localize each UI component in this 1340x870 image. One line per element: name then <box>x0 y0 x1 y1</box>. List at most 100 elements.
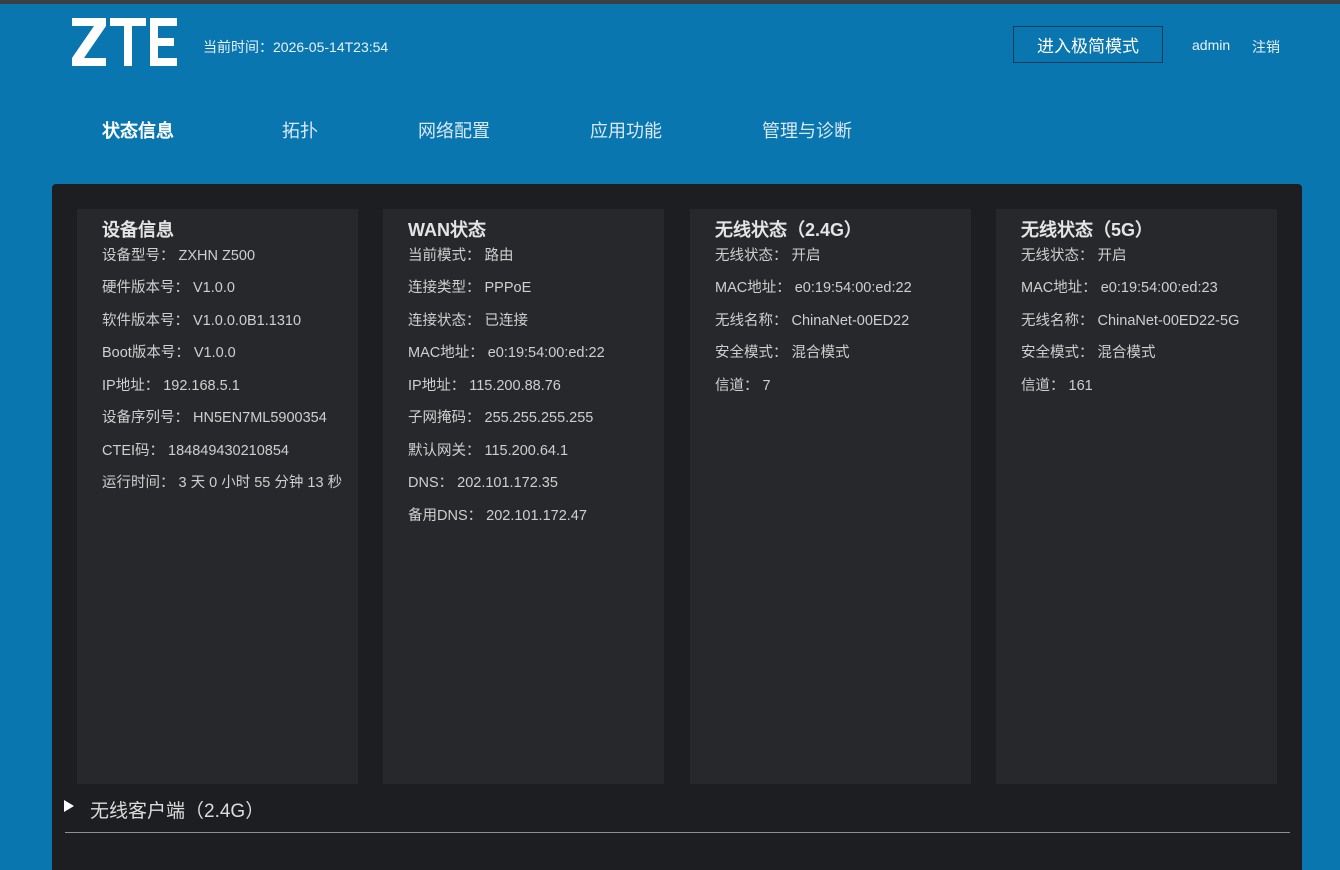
wireless-clients-label: 无线客户端（2.4G） <box>90 801 265 822</box>
row-label: 运行时间： <box>102 475 175 491</box>
row-label: Boot版本号： <box>102 345 190 361</box>
row-label: 硬件版本号： <box>102 280 189 296</box>
info-row: MAC地址： e0:19:54:00:ed:22 <box>715 276 912 297</box>
info-row: 连接状态： 已连接 <box>408 309 528 330</box>
row-value: 开启 <box>791 248 821 264</box>
row-value: 混合模式 <box>791 345 850 361</box>
info-row: 运行时间： 3 天 0 小时 55 分钟 13 秒 <box>102 471 342 492</box>
row-label: 安全模式： <box>715 345 788 361</box>
current-time: 当前时间：2026-05-14T23:54 <box>203 39 389 55</box>
row-label: MAC地址： <box>408 345 484 361</box>
expand-triangle-icon <box>64 799 74 812</box>
row-label: 连接类型： <box>408 280 481 296</box>
info-row: 子网掩码： 255.255.255.255 <box>408 406 593 427</box>
row-value: e0:19:54:00:ed:22 <box>794 280 912 296</box>
row-value: 202.101.172.47 <box>486 508 587 524</box>
row-value: PPPoE <box>484 280 532 296</box>
row-label: IP地址： <box>408 378 466 394</box>
row-label: 默认网关： <box>408 443 481 459</box>
row-value: ChinaNet-00ED22 <box>791 313 910 329</box>
row-label: 无线状态： <box>715 248 788 264</box>
row-value: 255.255.255.255 <box>484 410 594 426</box>
device-info-card: 设备信息 设备型号： ZXHN Z500 硬件版本号： V1.0.0 软件版本号： V… <box>77 209 358 784</box>
info-row: 无线名称： ChinaNet-00ED22-5G <box>1021 309 1239 330</box>
info-row: MAC地址： e0:19:54:00:ed:22 <box>408 341 605 362</box>
row-label: 无线名称： <box>1021 313 1094 329</box>
row-label: CTEI码： <box>102 443 165 459</box>
row-label: 软件版本号： <box>102 313 189 329</box>
row-label: IP地址： <box>102 378 160 394</box>
row-value: 已连接 <box>484 313 529 329</box>
info-row: 安全模式： 混合模式 <box>715 341 850 362</box>
info-row: 设备型号： ZXHN Z500 <box>102 244 255 265</box>
row-value: e0:19:54:00:ed:23 <box>1100 280 1218 296</box>
card-title: 设备信息 <box>102 220 174 240</box>
row-value: V1.0.0 <box>193 345 236 361</box>
card-title: 无线状态（2.4G） <box>715 220 863 240</box>
wan-status-card: WAN状态 当前模式： 路由 连接类型： PPPoE 连接状态： 已连接 MAC地址：… <box>383 209 664 784</box>
row-value: 115.200.88.76 <box>469 378 561 394</box>
row-label: 设备序列号： <box>102 410 189 426</box>
main-panel: 设备信息 设备型号： ZXHN Z500 硬件版本号： V1.0.0 软件版本号： V… <box>52 184 1302 870</box>
row-label: 安全模式： <box>1021 345 1094 361</box>
row-value: 161 <box>1068 378 1093 394</box>
row-label: 无线名称： <box>715 313 788 329</box>
zte-logo-mark <box>72 18 177 66</box>
section-divider <box>65 832 1290 833</box>
info-row: 连接类型： PPPoE <box>408 276 531 297</box>
row-value: 开启 <box>1097 248 1127 264</box>
info-row: 无线状态： 开启 <box>1021 244 1127 265</box>
info-row: IP地址： 115.200.88.76 <box>408 374 561 395</box>
info-row: 当前模式： 路由 <box>408 244 514 265</box>
row-value: ZXHN Z500 <box>178 248 256 264</box>
row-label: 信道： <box>715 378 759 394</box>
simple-mode-button[interactable]: 进入极简模式 <box>1013 26 1163 63</box>
nav-management-diagnostics[interactable]: 管理与诊断 <box>762 117 852 143</box>
row-label: MAC地址： <box>715 280 791 296</box>
row-value: 192.168.5.1 <box>163 378 240 394</box>
row-label: 信道： <box>1021 378 1065 394</box>
nav-status-info[interactable]: 状态信息 <box>102 117 174 143</box>
nav-applications[interactable]: 应用功能 <box>590 117 662 143</box>
row-label: MAC地址： <box>1021 280 1097 296</box>
logout-link[interactable]: 注销 <box>1252 37 1280 57</box>
nav-topology[interactable]: 拓扑 <box>282 117 318 143</box>
wireless-24g-card: 无线状态（2.4G） 无线状态： 开启 MAC地址： e0:19:54:00:ed:… <box>690 209 971 784</box>
info-row: CTEI码： 184849430210854 <box>102 439 289 460</box>
nav-network-config[interactable]: 网络配置 <box>418 117 490 143</box>
info-row: IP地址： 192.168.5.1 <box>102 374 240 395</box>
info-row: MAC地址： e0:19:54:00:ed:23 <box>1021 276 1218 297</box>
info-row: 信道： 7 <box>715 374 771 395</box>
row-label: 无线状态： <box>1021 248 1094 264</box>
row-label: 备用DNS： <box>408 508 483 524</box>
info-row: Boot版本号： V1.0.0 <box>102 341 236 362</box>
card-title: WAN状态 <box>408 220 486 240</box>
row-value: 混合模式 <box>1097 345 1156 361</box>
info-row: 信道： 161 <box>1021 374 1093 395</box>
row-label: DNS： <box>408 475 454 491</box>
wireless-clients-toggle[interactable]: 无线客户端（2.4G） <box>64 796 264 823</box>
row-label: 设备型号： <box>102 248 175 264</box>
wireless-5g-card: 无线状态（5G） 无线状态： 开启 MAC地址： e0:19:54:00:ed:23… <box>996 209 1277 784</box>
row-label: 连接状态： <box>408 313 481 329</box>
row-value: ChinaNet-00ED22-5G <box>1097 313 1240 329</box>
row-label: 子网掩码： <box>408 410 481 426</box>
row-value: 202.101.172.35 <box>457 475 558 491</box>
info-row: 软件版本号： V1.0.0.0B1.1310 <box>102 309 301 330</box>
top-edge-bar <box>0 0 1340 4</box>
info-row: DNS： 202.101.172.35 <box>408 471 558 492</box>
row-value: V1.0.0 <box>193 280 235 296</box>
info-row: 硬件版本号： V1.0.0 <box>102 276 235 297</box>
info-row: 安全模式： 混合模式 <box>1021 341 1156 362</box>
username-link[interactable]: admin <box>1192 37 1230 53</box>
row-value: 184849430210854 <box>168 443 289 459</box>
row-value: 7 <box>762 378 771 394</box>
row-value: HN5EN7ML5900354 <box>193 410 327 426</box>
info-row: 设备序列号： HN5EN7ML5900354 <box>102 406 327 427</box>
row-label: 当前模式： <box>408 248 481 264</box>
info-row: 默认网关： 115.200.64.1 <box>408 439 568 460</box>
zte-logo <box>70 12 180 72</box>
row-value: V1.0.0.0B1.1310 <box>193 313 302 329</box>
row-value: 3 天 0 小时 55 分钟 13 秒 <box>178 475 343 491</box>
row-value: 路由 <box>484 248 514 264</box>
